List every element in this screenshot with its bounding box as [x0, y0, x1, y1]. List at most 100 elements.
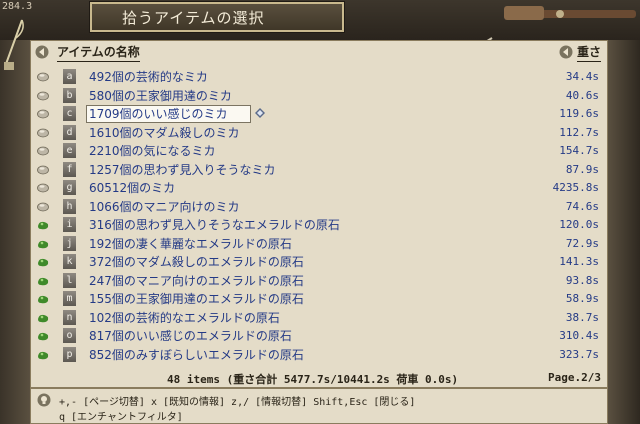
item-weight: 120.0s	[559, 218, 599, 231]
list-item[interactable]: d 1610個のマダム殺しのミカ 112.7s	[31, 124, 607, 143]
emerald-icon	[38, 314, 49, 322]
item-weight: 112.7s	[559, 125, 599, 139]
item-weight: 323.7s	[559, 347, 599, 361]
item-list: a 492個の芸術的なミカ 34.4s b 580個の王家御用達のミカ 40.6s c 170…	[31, 68, 607, 364]
list-item[interactable]: g 60512個のミカ 4235.8s	[31, 179, 607, 198]
list-item[interactable]: a 492個の芸術的なミカ 34.4s	[31, 68, 607, 87]
item-name: 1066個のマニア向けのミカ	[89, 199, 240, 214]
list-item[interactable]: h 1066個のマニア向けのミカ 74.6s	[31, 198, 607, 217]
window-title: 拾うアイテムの選択	[90, 2, 344, 32]
emerald-icon	[38, 277, 49, 285]
stone-icon	[37, 146, 49, 156]
emerald-icon	[38, 240, 49, 248]
help-text-line-2: q [エンチャントフィルタ]	[59, 412, 183, 423]
item-name: 247個のマニア向けのエメラルドの原石	[89, 273, 304, 288]
backdrop-right	[608, 40, 640, 424]
emerald-icon	[38, 351, 49, 359]
item-name: 1709個のいい感じのミカ	[86, 105, 251, 123]
item-weight: 310.4s	[559, 329, 599, 342]
list-item[interactable]: l 247個のマニア向けのエメラルドの原石 93.8s	[31, 272, 607, 291]
item-weight: 154.7s	[559, 144, 599, 157]
item-weight: 72.9s	[565, 236, 599, 250]
emerald-icon	[38, 221, 49, 230]
item-weight: 74.6s	[565, 199, 599, 213]
item-list-panel: アイテムの名称 重さ a 492個の芸術的なミカ 34.4s b 580個の王家御用達の…	[30, 40, 608, 388]
item-hotkey[interactable]: i	[63, 217, 76, 232]
list-item[interactable]: c 1709個のいい感じのミカ 119.6s	[31, 105, 607, 124]
item-name: 1610個のマダム殺しのミカ	[89, 125, 240, 140]
item-hotkey[interactable]: j	[63, 235, 76, 251]
item-hotkey[interactable]: g	[63, 180, 76, 195]
list-item[interactable]: m 155個の王家御用達のエメラルドの原石 58.9s	[31, 290, 607, 309]
item-name: 580個の王家御用達のミカ	[89, 88, 232, 103]
list-item[interactable]: k 372個のマダム殺しのエメラルドの原石 141.3s	[31, 253, 607, 272]
item-hotkey[interactable]: o	[63, 328, 76, 343]
column-header-name[interactable]: アイテムの名称	[57, 43, 140, 62]
weapon-decoration-icon	[504, 6, 636, 20]
item-name: 102個の芸術的なエメラルドの原石	[89, 310, 280, 325]
item-weight: 34.4s	[565, 70, 599, 83]
item-hotkey[interactable]: b	[63, 87, 76, 103]
item-weight: 87.9s	[565, 162, 599, 176]
item-name: 817個のいい感じのエメラルドの原石	[89, 329, 292, 343]
item-hotkey[interactable]: a	[63, 69, 76, 84]
lightbulb-icon	[37, 393, 51, 407]
item-hotkey[interactable]: d	[63, 124, 76, 140]
list-item[interactable]: i 316個の思わず見入りそうなエメラルドの原石 120.0s	[31, 216, 607, 235]
list-item[interactable]: b 580個の王家御用達のミカ 40.6s	[31, 87, 607, 106]
item-name: 192個の凄く華麗なエメラルドの原石	[89, 236, 292, 251]
stone-icon	[37, 183, 49, 193]
help-bar: +,- [ページ切替] x [既知の情報] z,/ [情報切替] Shift,E…	[30, 388, 608, 424]
stone-icon	[37, 109, 49, 119]
corner-readout: 284.3	[2, 1, 33, 12]
item-name: 1257個の思わず見入りそうなミカ	[89, 162, 276, 177]
item-name: 372個のマダム殺しのエメラルドの原石	[89, 255, 304, 269]
help-text-line-1: +,- [ページ切替] x [既知の情報] z,/ [情報切替] Shift,E…	[59, 397, 416, 408]
stone-icon	[37, 165, 49, 174]
list-item[interactable]: p 852個のみすぼらしいエメラルドの原石 323.7s	[31, 346, 607, 365]
emerald-icon	[38, 295, 49, 304]
list-footer: 48 items (重さ合計 5477.7s/10441.2s 荷車 0.0s)…	[31, 371, 607, 387]
stone-icon	[37, 202, 49, 211]
list-item[interactable]: e 2210個の気になるミカ 154.7s	[31, 142, 607, 161]
scroll-feather-icon	[4, 19, 24, 70]
weight-summary: 48 items (重さ合計 5477.7s/10441.2s 荷車 0.0s)	[167, 373, 459, 386]
emerald-icon	[38, 332, 49, 341]
item-hotkey[interactable]: e	[63, 143, 76, 158]
item-name: 2210個の気になるミカ	[89, 144, 216, 158]
item-weight: 38.7s	[565, 310, 599, 324]
list-item[interactable]: o 817個のいい感じのエメラルドの原石 310.4s	[31, 327, 607, 346]
list-header: アイテムの名称 重さ	[31, 41, 607, 63]
item-hotkey[interactable]: l	[63, 272, 76, 288]
item-weight: 40.6s	[565, 88, 599, 102]
item-hotkey[interactable]: p	[63, 346, 76, 362]
selection-cursor-icon	[255, 108, 265, 118]
item-weight: 58.9s	[565, 292, 599, 305]
item-hotkey[interactable]: n	[63, 309, 76, 325]
item-hotkey[interactable]: c	[63, 106, 76, 121]
list-item[interactable]: f 1257個の思わず見入りそうなミカ 87.9s	[31, 161, 607, 180]
stone-icon	[37, 91, 49, 100]
page-indicator: Page.2/3	[548, 371, 601, 384]
arrow-left-icon[interactable]	[35, 45, 49, 59]
backdrop-left	[0, 40, 30, 424]
item-weight: 119.6s	[559, 107, 599, 120]
item-name: 852個のみすぼらしいエメラルドの原石	[89, 347, 304, 362]
list-item[interactable]: n 102個の芸術的なエメラルドの原石 38.7s	[31, 309, 607, 328]
item-name: 492個の芸術的なミカ	[89, 70, 208, 84]
column-header-weight[interactable]: 重さ	[576, 43, 601, 62]
arrow-left-icon[interactable]	[559, 45, 573, 59]
item-hotkey[interactable]: k	[63, 254, 76, 269]
emerald-icon	[38, 258, 49, 267]
item-weight: 93.8s	[565, 273, 599, 287]
stone-icon	[37, 72, 49, 82]
list-item[interactable]: j 192個の凄く華麗なエメラルドの原石 72.9s	[31, 235, 607, 254]
item-name: 155個の王家御用達のエメラルドの原石	[89, 292, 304, 306]
stone-icon	[37, 128, 49, 137]
item-hotkey[interactable]: f	[63, 161, 76, 177]
item-weight: 141.3s	[559, 255, 599, 268]
item-weight: 4235.8s	[552, 181, 599, 194]
item-hotkey[interactable]: m	[63, 291, 76, 306]
item-name: 316個の思わず見入りそうなエメラルドの原石	[89, 218, 340, 232]
item-hotkey[interactable]: h	[63, 198, 76, 214]
